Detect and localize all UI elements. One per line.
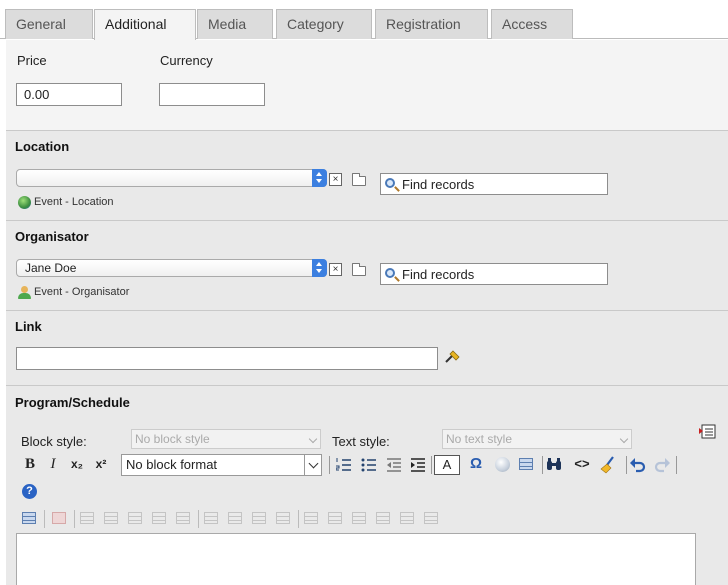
user-icon (18, 286, 31, 299)
tab-media[interactable]: Media (197, 9, 273, 39)
find-replace-binoculars-icon[interactable] (546, 457, 562, 473)
html-source-icon[interactable]: <> (574, 455, 590, 473)
tab-category[interactable]: Category (276, 9, 372, 39)
location-heading: Location (15, 139, 70, 154)
location-find-label: Find records (402, 177, 475, 192)
ordered-list-icon[interactable] (336, 457, 352, 473)
clean-broom-icon[interactable] (600, 456, 618, 474)
currency-input[interactable] (159, 83, 265, 106)
row-split-icon[interactable] (176, 512, 190, 524)
organisator-find-records-input[interactable]: Find records (380, 263, 608, 285)
row-insert-above-icon[interactable] (104, 512, 118, 524)
chevron-down-icon (304, 455, 321, 475)
chevron-down-icon (619, 434, 629, 444)
table-properties-icon[interactable] (52, 512, 66, 524)
link-heading: Link (15, 319, 42, 334)
price-label: Price (17, 53, 47, 68)
image-icon[interactable] (495, 457, 510, 472)
chevron-down-icon (308, 434, 318, 444)
insert-table-icon[interactable] (22, 512, 36, 524)
outdent-icon[interactable] (386, 457, 402, 473)
table-icon[interactable] (519, 458, 533, 470)
organisator-clear-button[interactable]: × (329, 263, 342, 276)
row-insert-under-icon[interactable] (128, 512, 142, 524)
tab-registration[interactable]: Registration (375, 9, 488, 39)
column-insert-after-icon[interactable] (252, 512, 266, 524)
cell-merge-icon[interactable] (424, 512, 438, 524)
character-button[interactable]: A (434, 455, 460, 475)
organisator-select[interactable]: Jane Doe (16, 259, 327, 277)
column-delete-icon[interactable] (276, 512, 290, 524)
toggle-rte-icon[interactable] (699, 424, 717, 440)
currency-label: Currency (160, 53, 213, 68)
tab-access[interactable]: Access (491, 9, 573, 39)
subscript-button[interactable]: x₂ (68, 455, 86, 473)
tab-general[interactable]: General (5, 9, 93, 39)
location-select[interactable] (16, 169, 327, 187)
cell-split-icon[interactable] (400, 512, 414, 524)
location-table-label: Event - Location (34, 196, 114, 208)
globe-icon (18, 196, 31, 209)
toolbar-separator (44, 510, 45, 528)
organisator-browse-folder-icon[interactable] (352, 263, 366, 276)
select-arrows-icon (312, 169, 327, 187)
text-style-select[interactable]: No text style (442, 429, 632, 449)
organisator-find-label: Find records (402, 267, 475, 282)
row-properties-icon[interactable] (80, 512, 94, 524)
toolbar-separator (542, 456, 543, 474)
organisator-selected-value: Jane Doe (25, 261, 77, 275)
block-style-select[interactable]: No block style (131, 429, 321, 449)
price-input[interactable] (16, 83, 122, 106)
location-clear-button[interactable]: × (329, 173, 342, 186)
magnifier-icon (385, 178, 395, 188)
undo-icon[interactable] (630, 457, 646, 473)
location-browse-folder-icon[interactable] (352, 173, 366, 186)
superscript-button[interactable]: x² (92, 455, 110, 473)
cell-properties-icon[interactable] (304, 512, 318, 524)
toolbar-separator (329, 456, 330, 474)
link-input[interactable] (16, 347, 438, 370)
rte-editor-area[interactable] (16, 533, 696, 585)
toolbar-separator (676, 456, 677, 474)
toolbar-separator (198, 510, 199, 528)
block-style-value: No block style (135, 432, 210, 446)
program-heading: Program/Schedule (15, 395, 130, 410)
text-style-value: No text style (446, 432, 513, 446)
toolbar-separator (431, 456, 432, 474)
organisator-panel: Organisator Jane Doe × Find records Even… (6, 220, 728, 310)
block-format-select[interactable]: No block format (121, 454, 322, 476)
tab-additional[interactable]: Additional (94, 9, 196, 40)
block-format-value: No block format (126, 457, 218, 472)
location-panel: Location × Find records Event - Location (6, 130, 728, 220)
select-arrows-icon (312, 259, 327, 277)
cell-insert-after-icon[interactable] (352, 512, 366, 524)
magnifier-icon (385, 268, 395, 278)
help-icon[interactable]: ? (22, 484, 37, 499)
text-style-label: Text style: (332, 434, 390, 449)
row-delete-icon[interactable] (152, 512, 166, 524)
column-insert-before-icon[interactable] (228, 512, 242, 524)
redo-icon[interactable] (654, 457, 670, 473)
cell-insert-before-icon[interactable] (328, 512, 342, 524)
toolbar-separator (298, 510, 299, 528)
block-style-label: Block style: (21, 434, 87, 449)
link-wizard-icon[interactable] (444, 350, 460, 364)
location-find-records-input[interactable]: Find records (380, 173, 608, 195)
toolbar-separator (626, 456, 627, 474)
cell-delete-icon[interactable] (376, 512, 390, 524)
price-panel: Price Currency (6, 40, 728, 130)
special-character-button[interactable]: Ω (468, 455, 484, 473)
italic-button[interactable]: I (46, 455, 60, 473)
unordered-list-icon[interactable] (361, 457, 377, 473)
indent-icon[interactable] (410, 457, 426, 473)
link-panel: Link (6, 310, 728, 385)
organisator-table-label: Event - Organisator (34, 286, 130, 298)
organisator-heading: Organisator (15, 229, 89, 244)
bold-button[interactable]: B (22, 455, 38, 473)
toolbar-separator (74, 510, 75, 528)
tab-bar: General Additional Media Category Regist… (0, 0, 728, 40)
column-properties-icon[interactable] (204, 512, 218, 524)
